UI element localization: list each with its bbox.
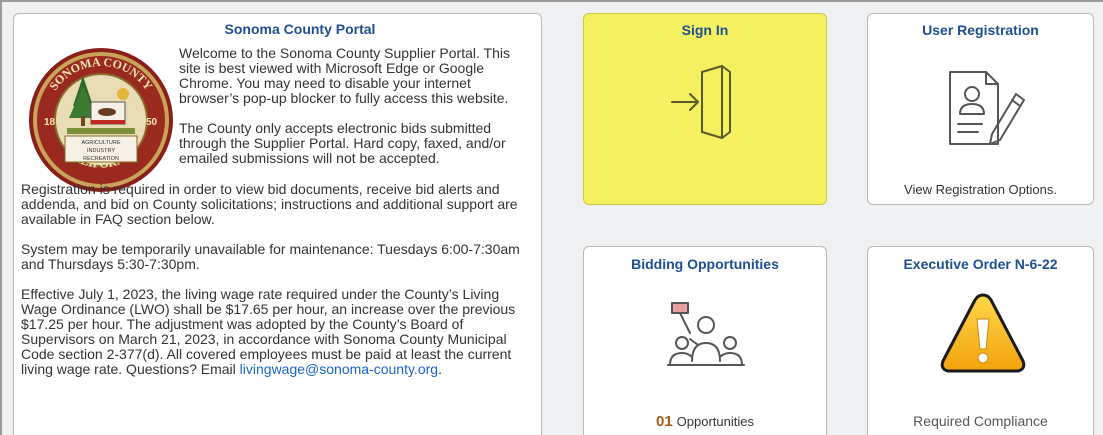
warning-icon [940,293,1026,373]
left-border [0,0,2,435]
maintenance-note: System may be temporarily unavailable fo… [21,241,520,272]
executive-order-title: Executive Order N-6-22 [903,256,1058,272]
sonoma-county-seal-logo: SONOMA COUNTY CALIFORNIA 18 50 AGRICULTU… [29,48,173,192]
living-wage-email-link[interactable]: livingwage@sonoma-county.org [240,361,438,377]
opportunities-count-value: 01 [655,413,673,430]
view-registration-options-link[interactable]: View Registration Options. [868,182,1093,197]
svg-text:18: 18 [44,117,56,128]
opportunities-label: Opportunities [676,414,754,429]
user-registration-title: User Registration [922,22,1039,38]
living-wage-note: Effective July 1, 2023, the living wage … [21,287,539,377]
portal-intro: Welcome to the Sonoma County Supplier Po… [179,46,534,181]
bidding-crowd-icon [667,302,745,366]
required-compliance-label: Required Compliance [913,413,1048,429]
svg-text:AGRICULTURE: AGRICULTURE [81,140,120,146]
bidding-opportunities-count[interactable]: 01 Opportunities [584,413,826,430]
portal-info-tile: Sonoma County Portal SONOMA COUNTY CALIF… [13,13,542,435]
svg-text:INDUSTRY: INDUSTRY [87,148,115,154]
sign-in-door-icon [671,65,731,139]
svg-text:RECREATION: RECREATION [83,156,119,162]
intro-browser-note: Welcome to the Sonoma County Supplier Po… [179,45,510,106]
living-wage-period: . [438,361,442,377]
executive-order-tile[interactable]: Executive Order N-6-22 Required Complian… [867,246,1094,435]
registration-form-icon [949,71,1025,145]
top-border [0,0,1103,2]
registration-note: Registration is required in order to vie… [21,181,518,227]
user-registration-tile[interactable]: User Registration View Registration Opti… [867,13,1094,205]
portal-title: Sonoma County Portal [224,21,376,37]
intro-electronic-bids-note: The County only accepts electronic bids … [179,120,506,166]
portal-body: Registration is required in order to vie… [21,182,539,392]
bidding-opportunities-tile[interactable]: Bidding Opportunities 01 Opportunities [583,246,827,435]
sign-in-tile[interactable]: Sign In [583,13,827,205]
bidding-opportunities-title: Bidding Opportunities [631,256,779,272]
svg-text:50: 50 [146,117,158,128]
sign-in-title: Sign In [681,22,729,38]
